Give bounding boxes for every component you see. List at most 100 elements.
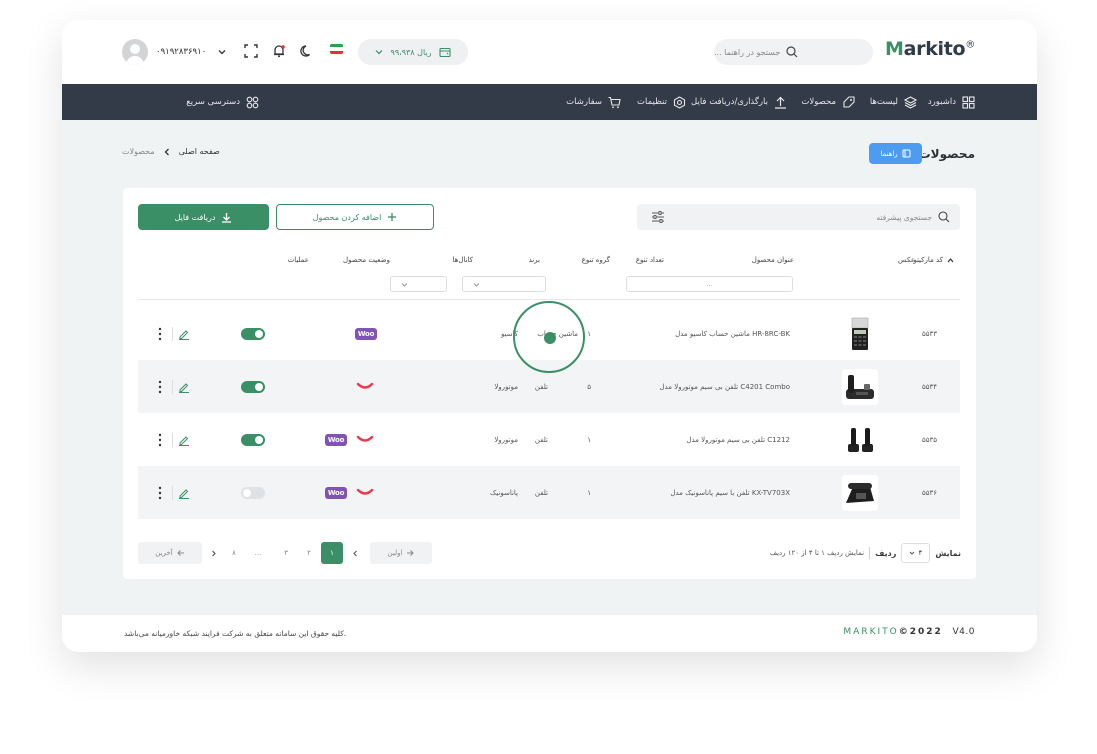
variant-count: ۱ bbox=[587, 488, 591, 497]
filter-sliders-icon[interactable] bbox=[651, 210, 665, 224]
edit-icon[interactable] bbox=[178, 487, 190, 499]
add-product-button[interactable]: اضافه کردن محصول bbox=[276, 204, 434, 230]
product-title[interactable]: تلفن بی سیم موتورولا مدل C4201 Combo bbox=[659, 383, 790, 391]
download-file-button[interactable]: دریافت فایل bbox=[138, 204, 269, 230]
nav-item-orders[interactable]: سفارشات bbox=[566, 84, 621, 120]
nav-item-settings[interactable]: تنظیمات bbox=[637, 84, 686, 120]
breadcrumb: محصولات صفحه اصلی bbox=[122, 147, 220, 156]
page-button[interactable]: ۸ bbox=[226, 542, 242, 564]
variant-group-filter-select[interactable] bbox=[462, 276, 546, 292]
woo-label: Woo bbox=[327, 488, 345, 497]
nav-label: سفارشات bbox=[566, 97, 602, 107]
user-menu[interactable]: ۰۹۱۹۲۸۳۶۹۱۰ bbox=[122, 39, 226, 65]
flag-icon[interactable] bbox=[330, 44, 343, 54]
dashboard-icon bbox=[962, 95, 975, 109]
action-separator bbox=[172, 326, 173, 341]
status-toggle[interactable] bbox=[241, 327, 265, 340]
grid-icon bbox=[246, 96, 259, 108]
col-header-status: وضعیت محصول bbox=[343, 256, 390, 264]
product-code: ۵۵۳۴ bbox=[921, 382, 937, 391]
page-title: محصولات bbox=[918, 147, 975, 161]
product-image[interactable] bbox=[842, 315, 878, 352]
page-button[interactable]: ۲ bbox=[301, 542, 317, 564]
nav-item-products[interactable]: محصولات bbox=[801, 84, 855, 120]
quick-access-button[interactable]: دسترسی سریع bbox=[186, 84, 259, 120]
product-title[interactable]: تلفن بی سیم موتورولا مدل C1212 bbox=[686, 436, 790, 444]
title-filter-input[interactable]: ... bbox=[626, 276, 793, 292]
product-title[interactable]: تلفن با سیم پاناسونیک مدل KX-TV703X bbox=[670, 489, 790, 497]
more-options-icon[interactable] bbox=[158, 327, 162, 341]
help-search-input[interactable]: جستجو در راهنما ... bbox=[714, 39, 873, 65]
product-title[interactable]: ماشین حساب کاسیو مدل HR-8RC-BK bbox=[675, 330, 790, 338]
nav-label: لیست‌ها bbox=[869, 97, 898, 107]
help-button[interactable]: راهنما bbox=[869, 143, 922, 164]
per-page-select[interactable]: ۴ bbox=[901, 543, 931, 563]
status-toggle[interactable] bbox=[241, 433, 265, 446]
page-button-active[interactable]: ۱ bbox=[321, 542, 343, 564]
phone-image bbox=[846, 374, 874, 399]
moon-icon[interactable] bbox=[300, 44, 314, 58]
product-image[interactable] bbox=[842, 474, 878, 511]
more-options-icon[interactable] bbox=[158, 486, 162, 500]
top-bar: Markito® جستجو در راهنما ... ۹۹،۹۳۸ ریال… bbox=[62, 20, 1037, 84]
more-options-icon[interactable] bbox=[158, 433, 162, 447]
edit-icon[interactable] bbox=[178, 381, 190, 393]
woocommerce-channel-icon: Woo bbox=[325, 433, 347, 446]
pagination-summary: نمایش ردیف ۱ تا ۴ از ۱۲۰ ردیف bbox=[769, 549, 865, 557]
footer: کلیه حقوق این سامانه متعلق به شرکت فراین… bbox=[62, 615, 1037, 652]
search-icon bbox=[786, 46, 798, 58]
table-row[interactable]: ۵۵۳۶ تلفن با سیم پاناسونیک مدل KX-TV703X… bbox=[138, 466, 960, 519]
action-separator bbox=[172, 432, 173, 447]
download-icon bbox=[222, 212, 232, 223]
calculator-image bbox=[851, 317, 869, 350]
help-label: راهنما bbox=[880, 149, 898, 158]
variant-count: ۵ bbox=[587, 382, 591, 391]
cursor-dot bbox=[544, 332, 556, 344]
col-header-code[interactable]: کد مارکیتو bbox=[913, 256, 954, 264]
status-toggle[interactable] bbox=[241, 486, 265, 499]
more-options-icon[interactable] bbox=[158, 380, 162, 394]
last-page-button[interactable]: آخرین bbox=[138, 542, 202, 564]
digikala-channel-icon bbox=[356, 382, 374, 389]
woocommerce-channel-icon: Woo bbox=[325, 486, 347, 499]
product-code: ۵۵۳۶ bbox=[921, 488, 937, 497]
edit-icon[interactable] bbox=[178, 328, 190, 340]
wallet-button[interactable]: ۹۹،۹۳۸ ریال bbox=[358, 39, 468, 65]
fullscreen-icon[interactable] bbox=[244, 44, 258, 58]
avatar[interactable] bbox=[122, 39, 148, 65]
edit-icon[interactable] bbox=[178, 434, 190, 446]
table-row[interactable]: ۵۵۳۵ تلفن بی سیم موتورولا مدل C1212 ۱ تل… bbox=[138, 413, 960, 466]
footer-brand: MARKITO©2022 V4.0 bbox=[843, 627, 975, 637]
logo-reg: ® bbox=[965, 39, 975, 51]
page-button[interactable]: ۳ bbox=[278, 542, 294, 564]
last-page-label: آخرین bbox=[155, 549, 173, 557]
bell-icon[interactable] bbox=[272, 44, 286, 58]
per-page-divider bbox=[869, 547, 871, 559]
nav-label: داشبورد bbox=[927, 97, 956, 107]
chevron-down-icon bbox=[375, 50, 382, 55]
first-page-button[interactable]: اولین bbox=[370, 542, 432, 564]
nav-item-dashboard[interactable]: داشبورد bbox=[928, 84, 975, 120]
product-image[interactable] bbox=[842, 368, 878, 405]
col-header-actions: عملیات bbox=[287, 256, 309, 264]
prev-page-button[interactable] bbox=[349, 542, 361, 564]
brand-filter-select[interactable] bbox=[390, 276, 447, 292]
advanced-search-input[interactable]: جستجوی پیشرفته bbox=[637, 204, 960, 230]
col-header-code-label: کد مارکیتو bbox=[913, 256, 943, 264]
col-header-title: عنوان محصول bbox=[751, 256, 794, 264]
per-page-value: ۴ bbox=[918, 549, 923, 557]
col-header-image: عکس bbox=[898, 256, 915, 264]
nav-item-upload-download[interactable]: بارگذاری/دریافت فایل bbox=[691, 84, 787, 120]
nav-item-lists[interactable]: لیست‌ها bbox=[870, 84, 917, 120]
product-code: ۵۵۳۳ bbox=[921, 329, 937, 338]
chevron-down-icon bbox=[473, 282, 480, 287]
breadcrumb-home[interactable]: صفحه اصلی bbox=[179, 147, 220, 156]
next-page-button[interactable] bbox=[207, 542, 219, 564]
status-toggle[interactable] bbox=[241, 380, 265, 393]
logo[interactable]: Markito® bbox=[885, 38, 975, 60]
wallet-amount: ۹۹،۹۳۸ ریال bbox=[390, 47, 432, 57]
product-image[interactable] bbox=[842, 421, 878, 458]
download-file-label: دریافت فایل bbox=[174, 212, 216, 222]
layers-icon bbox=[904, 95, 917, 109]
quick-access-label: دسترسی سریع bbox=[186, 97, 240, 107]
